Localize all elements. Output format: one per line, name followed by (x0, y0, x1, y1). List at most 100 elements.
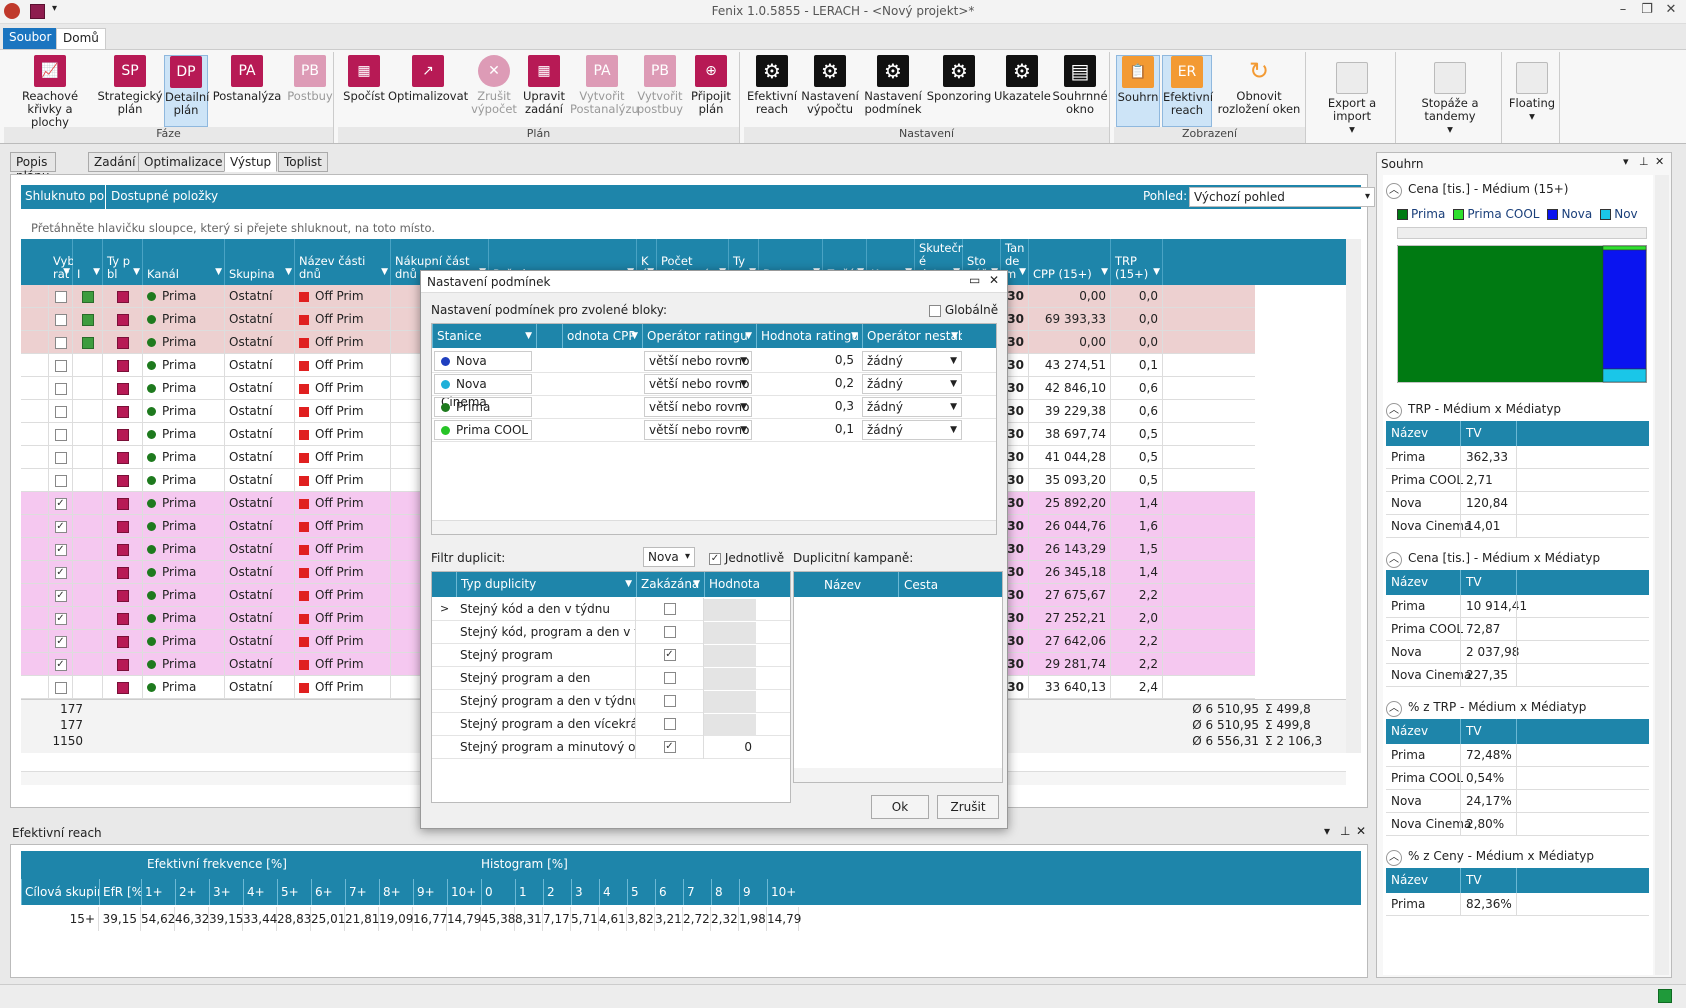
close-icon[interactable]: ✕ (1655, 155, 1664, 168)
select-cell[interactable] (49, 377, 73, 400)
summary-window-button[interactable]: ▤ Souhrnné okno (1052, 55, 1108, 116)
filter-icon[interactable]: ▼ (625, 572, 632, 597)
column-header[interactable]: I ▼ (73, 239, 103, 285)
filter-icon[interactable]: ▼ (1101, 266, 1108, 279)
create-postanalysis-button[interactable]: PA Vytvořit Postanalýzu (570, 55, 639, 116)
select-checkbox[interactable] (54, 382, 67, 395)
filter-icon[interactable]: ▼ (93, 266, 100, 279)
dup-forbidden-cell[interactable] (636, 667, 704, 690)
select-cell[interactable] (49, 676, 73, 699)
select-cell[interactable] (49, 308, 73, 331)
select-checkbox[interactable] (54, 359, 67, 372)
postbuy-button[interactable]: PB Postbuy (286, 55, 334, 103)
select-cell[interactable]: ✓ (49, 492, 73, 515)
global-checkbox[interactable]: Globálně (929, 303, 998, 317)
reach-column-header[interactable]: 9+ (413, 879, 447, 905)
filter-icon[interactable]: ▼ (285, 266, 292, 279)
curves-button[interactable]: 📈 Reachové křivky a plochy (8, 55, 92, 129)
summary-scrollbar[interactable] (1655, 175, 1669, 975)
station-row[interactable]: Nova větší nebo rovno ▼ 0,5 žádný ▼ (432, 350, 996, 373)
dup-forbidden-cell[interactable] (636, 598, 704, 621)
attach-plan-button[interactable]: ⊕ Připojit plán (686, 55, 736, 116)
station-column-header[interactable] (536, 324, 562, 348)
forbidden-checkbox[interactable] (663, 717, 676, 730)
row-indicator[interactable] (21, 308, 49, 331)
select-checkbox[interactable]: ✓ (54, 566, 67, 579)
select-checkbox[interactable]: ✓ (54, 635, 67, 648)
maximize-icon[interactable]: ▭ (969, 273, 980, 287)
station-row[interactable]: Nova Cinema větší nebo rovno ▼ 0,2 žádný ▼ (432, 373, 996, 409)
filter-select[interactable]: Nova (643, 547, 695, 567)
chart-scrollbar[interactable] (1397, 227, 1647, 239)
summary-section-header[interactable]: ︿ Cena [tis.] - Médium (15+) (1386, 179, 1649, 199)
stations-scrollbar[interactable] (432, 520, 996, 534)
reach-column-header[interactable]: 7+ (345, 879, 379, 905)
select-cell[interactable] (49, 354, 73, 377)
select-checkbox[interactable] (54, 681, 67, 694)
dup-value[interactable] (704, 645, 756, 666)
postanalysis-button[interactable]: PA Postanalýza (212, 55, 282, 103)
select-checkbox[interactable]: ✓ (54, 543, 67, 556)
rating-operator-select[interactable]: větší nebo rovno ▼ (644, 351, 752, 371)
select-checkbox[interactable] (54, 313, 67, 326)
reach-column-header[interactable]: 6 (655, 879, 683, 905)
tab-optimization[interactable]: Optimalizace (138, 152, 229, 172)
row-indicator[interactable] (21, 285, 49, 308)
collapse-icon[interactable]: ︿ (1386, 183, 1402, 199)
forbidden-checkbox[interactable]: ✓ (663, 740, 676, 753)
dup-column-header[interactable]: Zakázána ▼ (636, 572, 704, 597)
column-header[interactable]: Název části dnů ▼ (295, 239, 391, 285)
dup-column-header[interactable]: Hodnota (704, 572, 760, 597)
effective-reach-toggle-button[interactable]: ER Efektivní reach (1162, 55, 1213, 127)
campaigns-scrollbar[interactable] (794, 768, 1002, 782)
dup-row[interactable]: Stejný program a den (432, 667, 790, 690)
row-indicator[interactable] (21, 400, 49, 423)
cancel-button[interactable]: Zrušit (937, 795, 999, 819)
tab-output[interactable]: Výstup (224, 152, 278, 172)
reach-column-header[interactable]: 10+ (767, 879, 799, 905)
dup-value[interactable] (704, 668, 756, 689)
reach-column-header[interactable]: 5+ (277, 879, 311, 905)
floating-button[interactable]: Floating ▾ (1504, 62, 1560, 123)
collapse-icon[interactable]: ︿ (1386, 701, 1402, 717)
reach-column-header[interactable]: 5 (627, 879, 655, 905)
available-items-button[interactable]: Dostupné položky (111, 189, 218, 203)
instability-operator-select[interactable]: žádný ▼ (862, 420, 962, 440)
select-cell[interactable] (49, 446, 73, 469)
filter-icon[interactable]: ▼ (745, 324, 752, 348)
rating-operator-select[interactable]: větší nebo rovno ▼ (644, 420, 752, 440)
dup-forbidden-cell[interactable] (636, 713, 704, 736)
rating-value-field[interactable]: 0,5 (756, 351, 858, 371)
filter-icon[interactable]: ▼ (693, 572, 700, 597)
forbidden-checkbox[interactable] (663, 625, 676, 638)
dup-row[interactable]: Stejný program a den vícekrát (432, 713, 790, 736)
menu-file[interactable]: Soubor (3, 28, 58, 49)
summary-toggle-button[interactable]: 📋 Souhrn (1116, 55, 1160, 127)
close-icon[interactable]: ✕ (1356, 824, 1366, 838)
row-indicator[interactable] (21, 377, 49, 400)
select-checkbox[interactable] (54, 405, 67, 418)
dropdown-icon[interactable]: ▾ (1324, 824, 1330, 838)
select-cell[interactable]: ✓ (49, 653, 73, 676)
row-indicator[interactable] (21, 354, 49, 377)
dup-forbidden-cell[interactable] (636, 690, 704, 713)
dup-value[interactable] (704, 622, 756, 643)
station-row[interactable]: Prima větší nebo rovno ▼ 0,3 žádný ▼ (432, 396, 996, 419)
view-select[interactable]: Výchozí pohled (1189, 187, 1375, 207)
reach-column-header[interactable]: EfR [%] (99, 879, 141, 905)
menu-home[interactable]: Domů (56, 28, 106, 49)
reset-layout-button[interactable]: ↻ Obnovit rozložení oken (1214, 55, 1304, 116)
close-icon[interactable]: ✕ (1662, 2, 1680, 17)
dup-value[interactable]: 0 (704, 737, 756, 758)
filter-icon[interactable]: ▼ (1153, 266, 1160, 279)
column-header[interactable]: Kanál ▼ (143, 239, 225, 285)
compute-button[interactable]: ▦ Spočíst (342, 55, 386, 103)
dup-row[interactable]: > Stejný kód a den v týdnu (432, 598, 790, 621)
filter-icon[interactable]: ▼ (525, 324, 532, 348)
column-header[interactable]: TRP (15+) ▼ (1111, 239, 1163, 285)
row-indicator[interactable] (21, 331, 49, 354)
station-row[interactable]: Prima COOL větší nebo rovno ▼ 0,1 žádný ▼ (432, 419, 996, 442)
computation-settings-button[interactable]: ⚙ Nastavení výpočtu (800, 55, 860, 116)
reach-column-header[interactable]: 4 (599, 879, 627, 905)
tab-assignment[interactable]: Zadání (88, 152, 142, 172)
